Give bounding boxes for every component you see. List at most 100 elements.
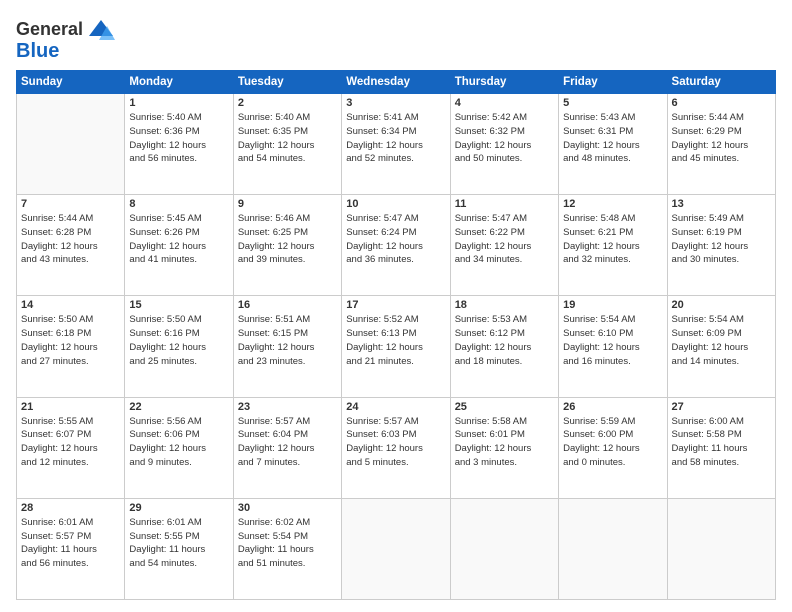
calendar-cell: 1Sunrise: 5:40 AMSunset: 6:36 PMDaylight… — [125, 94, 233, 195]
day-number: 28 — [21, 502, 120, 514]
logo-text-general: General — [16, 20, 83, 40]
calendar-cell: 28Sunrise: 6:01 AMSunset: 5:57 PMDayligh… — [17, 498, 125, 599]
cell-line: Sunset: 6:34 PM — [346, 126, 416, 137]
cell-line: Sunset: 6:04 PM — [238, 429, 308, 440]
cell-line: Sunrise: 5:41 AM — [346, 112, 418, 123]
cell-line: Sunrise: 5:42 AM — [455, 112, 527, 123]
column-header-thursday: Thursday — [450, 71, 558, 94]
cell-info: Sunrise: 5:57 AMSunset: 6:04 PMDaylight:… — [238, 415, 337, 470]
calendar-cell — [342, 498, 450, 599]
day-number: 18 — [455, 299, 554, 311]
cell-line: and 3 minutes. — [455, 457, 517, 468]
logo-icon — [87, 16, 115, 44]
cell-line: Sunrise: 5:40 AM — [129, 112, 201, 123]
day-number: 21 — [21, 401, 120, 413]
day-number: 25 — [455, 401, 554, 413]
cell-info: Sunrise: 5:44 AMSunset: 6:29 PMDaylight:… — [672, 111, 771, 166]
cell-line: Sunrise: 5:56 AM — [129, 416, 201, 427]
cell-line: Sunset: 6:35 PM — [238, 126, 308, 137]
cell-line: Daylight: 11 hours — [21, 544, 97, 555]
cell-line: Sunrise: 5:49 AM — [672, 213, 744, 224]
cell-info: Sunrise: 5:43 AMSunset: 6:31 PMDaylight:… — [563, 111, 662, 166]
calendar-cell: 3Sunrise: 5:41 AMSunset: 6:34 PMDaylight… — [342, 94, 450, 195]
cell-info: Sunrise: 5:46 AMSunset: 6:25 PMDaylight:… — [238, 212, 337, 267]
cell-info: Sunrise: 5:49 AMSunset: 6:19 PMDaylight:… — [672, 212, 771, 267]
calendar-cell: 23 Sunrise: 5:57 AMSunset: 6:04 PMDayligh… — [233, 397, 341, 498]
cell-line: Daylight: 12 hours — [672, 140, 749, 151]
calendar-cell: 21 Sunrise: 5:55 AMSunset: 6:07 PMDayligh… — [17, 397, 125, 498]
cell-line: Daylight: 11 hours — [672, 443, 748, 454]
column-header-friday: Friday — [559, 71, 667, 94]
cell-line: Daylight: 12 hours — [129, 140, 206, 151]
cell-line: Sunset: 6:25 PM — [238, 227, 308, 238]
cell-line: and 30 minutes. — [672, 254, 740, 265]
cell-line: Sunrise: 5:50 AM — [129, 314, 201, 325]
day-number: 1 — [129, 97, 228, 109]
day-number: 15 — [129, 299, 228, 311]
day-number: 29 — [129, 502, 228, 514]
cell-line: Sunset: 6:26 PM — [129, 227, 199, 238]
cell-info: Sunrise: 5:48 AMSunset: 6:21 PMDaylight:… — [563, 212, 662, 267]
cell-line: Sunset: 5:54 PM — [238, 531, 308, 542]
cell-line: Daylight: 12 hours — [455, 443, 532, 454]
cell-line: and 32 minutes. — [563, 254, 631, 265]
calendar-cell: 9Sunrise: 5:46 AMSunset: 6:25 PMDaylight… — [233, 195, 341, 296]
cell-info: Sunrise: 5:55 AMSunset: 6:07 PMDaylight:… — [21, 415, 120, 470]
cell-line: and 21 minutes. — [346, 356, 414, 367]
cell-line: Sunrise: 5:46 AM — [238, 213, 310, 224]
cell-line: Sunset: 6:31 PM — [563, 126, 633, 137]
cell-line: Sunrise: 5:47 AM — [346, 213, 418, 224]
cell-line: and 50 minutes. — [455, 153, 523, 164]
day-number: 26 — [563, 401, 662, 413]
cell-info: Sunrise: 5:51 AMSunset: 6:15 PMDaylight:… — [238, 313, 337, 368]
cell-line: Sunset: 6:18 PM — [21, 328, 91, 339]
calendar-week-row: 21 Sunrise: 5:55 AMSunset: 6:07 PMDayligh… — [17, 397, 776, 498]
cell-info: Sunrise: 5:47 AMSunset: 6:22 PMDaylight:… — [455, 212, 554, 267]
day-number: 30 — [238, 502, 337, 514]
day-number: 23 — [238, 401, 337, 413]
cell-line: Daylight: 12 hours — [563, 443, 640, 454]
cell-line: Daylight: 12 hours — [563, 241, 640, 252]
cell-line: Sunset: 6:28 PM — [21, 227, 91, 238]
calendar-cell — [667, 498, 775, 599]
cell-line: Daylight: 12 hours — [346, 443, 423, 454]
cell-line: Sunrise: 5:54 AM — [563, 314, 635, 325]
day-number: 5 — [563, 97, 662, 109]
calendar-header-row: SundayMondayTuesdayWednesdayThursdayFrid… — [17, 71, 776, 94]
day-number: 2 — [238, 97, 337, 109]
cell-line: Sunrise: 5:55 AM — [21, 416, 93, 427]
logo: General Blue — [16, 16, 115, 62]
calendar-week-row: 28Sunrise: 6:01 AMSunset: 5:57 PMDayligh… — [17, 498, 776, 599]
cell-line: and 34 minutes. — [455, 254, 523, 265]
cell-info: Sunrise: 5:44 AMSunset: 6:28 PMDaylight:… — [21, 212, 120, 267]
cell-line: and 23 minutes. — [238, 356, 306, 367]
cell-line: and 41 minutes. — [129, 254, 197, 265]
cell-line: and 5 minutes. — [346, 457, 408, 468]
cell-line: Sunset: 6:22 PM — [455, 227, 525, 238]
cell-line: Daylight: 12 hours — [346, 342, 423, 353]
cell-line: Daylight: 12 hours — [129, 443, 206, 454]
cell-line: and 52 minutes. — [346, 153, 414, 164]
cell-line: Daylight: 12 hours — [21, 241, 98, 252]
calendar-cell: 29Sunrise: 6:01 AMSunset: 5:55 PMDayligh… — [125, 498, 233, 599]
cell-line: and 27 minutes. — [21, 356, 89, 367]
cell-info: Sunrise: 5:52 AMSunset: 6:13 PMDaylight:… — [346, 313, 445, 368]
cell-line: Sunrise: 5:44 AM — [672, 112, 744, 123]
calendar-cell: 11Sunrise: 5:47 AMSunset: 6:22 PMDayligh… — [450, 195, 558, 296]
cell-info: Sunrise: 5:50 AMSunset: 6:18 PMDaylight:… — [21, 313, 120, 368]
cell-line: Daylight: 12 hours — [455, 140, 532, 151]
cell-line: Sunset: 5:58 PM — [672, 429, 742, 440]
cell-line: and 25 minutes. — [129, 356, 197, 367]
calendar-cell: 15Sunrise: 5:50 AMSunset: 6:16 PMDayligh… — [125, 296, 233, 397]
cell-line: Sunset: 6:32 PM — [455, 126, 525, 137]
cell-line: Daylight: 12 hours — [129, 342, 206, 353]
calendar-cell: 20Sunrise: 5:54 AMSunset: 6:09 PMDayligh… — [667, 296, 775, 397]
cell-line: Daylight: 12 hours — [238, 443, 315, 454]
cell-line: and 18 minutes. — [455, 356, 523, 367]
cell-line: Sunset: 6:09 PM — [672, 328, 742, 339]
calendar-cell: 6Sunrise: 5:44 AMSunset: 6:29 PMDaylight… — [667, 94, 775, 195]
calendar-cell: 25Sunrise: 5:58 AMSunset: 6:01 PMDayligh… — [450, 397, 558, 498]
cell-line: Sunrise: 5:50 AM — [21, 314, 93, 325]
cell-line: Sunrise: 5:59 AM — [563, 416, 635, 427]
cell-line: Sunrise: 5:48 AM — [563, 213, 635, 224]
